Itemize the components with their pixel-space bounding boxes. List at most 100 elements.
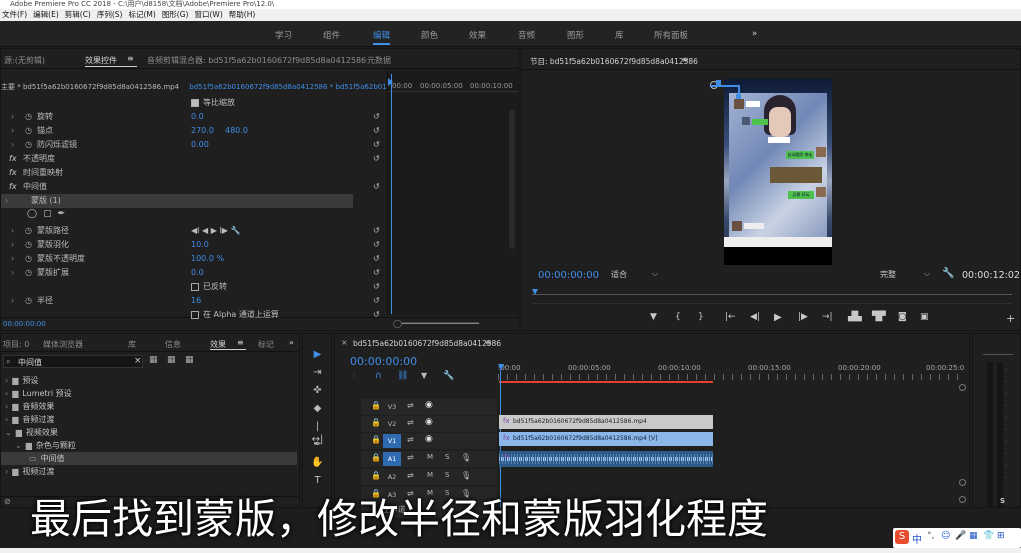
effect-property-row[interactable]: ›fx时间重映射	[1, 166, 387, 180]
effect-property-row[interactable]: › ◷ 蒙版羽化 10.0 ↺	[1, 238, 387, 252]
track-lock-icon[interactable]: 🔒	[371, 435, 381, 444]
track-header[interactable]: 🔒 A1 ⇌ M S 🎙	[361, 451, 497, 467]
ime-logo-icon[interactable]: S	[895, 530, 909, 544]
mark-in-icon[interactable]: {	[675, 312, 681, 322]
step-back-icon[interactable]: ◀|	[750, 312, 760, 322]
ime-keyboard-icon[interactable]: ▦	[969, 531, 978, 541]
expand-chevron-icon[interactable]: ›	[5, 194, 8, 208]
effect-property-row[interactable]: ›fx不透明度↺	[1, 152, 387, 166]
program-playhead[interactable]	[532, 289, 538, 295]
effect-property-row[interactable]: › ◷ 蒙版扩展 0.0 ↺	[1, 266, 387, 280]
tree-chevron-icon[interactable]: ›	[5, 376, 8, 385]
menu-file[interactable]: 文件(F)	[2, 10, 27, 19]
stopwatch-icon[interactable]: ◷	[25, 294, 32, 308]
track-solo-button[interactable]: S	[445, 453, 449, 461]
tree-chevron-icon[interactable]: ›	[5, 467, 8, 476]
track-mute-button[interactable]: M	[427, 471, 433, 479]
mark-out-icon[interactable]: }	[698, 312, 704, 322]
ime-toolbox-icon[interactable]: ⊞	[997, 531, 1005, 541]
effect-controls-scrollbar[interactable]	[509, 109, 515, 249]
property-checkbox[interactable]	[191, 311, 199, 319]
effects-search-input[interactable]: 中间值	[18, 357, 42, 368]
effects-tree-item[interactable]: ▭ 中间值	[1, 452, 297, 465]
add-marker-icon[interactable]: ▼	[650, 312, 657, 322]
program-timecode[interactable]: 00:00:00:00	[538, 270, 599, 281]
master-clip-label[interactable]: 主要 * bd51f5a62b0160672f9d85d8a0412586.mp…	[1, 83, 179, 91]
sequence-clip-label[interactable]: bd51f5a62b0160672f9d85d8a0412586 * bd51f…	[189, 83, 387, 91]
property-checkbox[interactable]	[191, 283, 199, 291]
effect-property-value[interactable]: 16	[191, 294, 201, 308]
expand-chevron-icon[interactable]: ›	[11, 294, 14, 308]
effect-property-value[interactable]: 在 Alpha 通道上运算	[203, 308, 279, 322]
effect-property-value[interactable]: 10.0	[191, 238, 209, 252]
tab-source[interactable]: 源:(无剪辑)	[4, 55, 45, 66]
tab-libraries[interactable]: 库	[128, 339, 136, 350]
effects-tree-item[interactable]: › ▆ Lumetri 预设	[1, 387, 297, 400]
quality-dropdown[interactable]: 完整	[880, 269, 896, 280]
reset-icon[interactable]: ↺	[373, 224, 380, 238]
extract-icon[interactable]: ▜▛	[872, 312, 886, 322]
rectangle-mask-icon[interactable]: ▢	[43, 209, 52, 219]
track-select-tool-icon[interactable]: ⇥	[311, 366, 324, 379]
slip-tool-icon[interactable]: |↔|	[311, 420, 324, 445]
track-target-v3[interactable]: V3	[383, 400, 401, 414]
work-area-bar[interactable]	[499, 381, 713, 383]
reset-icon[interactable]: ↺	[373, 280, 380, 294]
effect-property-value[interactable]: 等比缩放	[203, 96, 235, 110]
button-editor-plus-icon[interactable]: +	[1006, 312, 1015, 325]
effect-property-row[interactable]: › ◷ 蒙版不透明度 100.0 % ↺	[1, 252, 387, 266]
effect-property-value[interactable]: 0.00	[191, 138, 209, 152]
effect-property-value[interactable]: 已反转	[203, 280, 227, 294]
workspace-learn[interactable]: 学习	[275, 29, 292, 41]
fx-toggle-icon[interactable]: fx	[9, 180, 17, 194]
lift-icon[interactable]: ▟▙	[848, 312, 862, 322]
tab-project[interactable]: 项目: 0	[3, 339, 29, 350]
track-visibility-eye-icon[interactable]: ◉	[425, 400, 433, 410]
track-header[interactable]: 🔒 V1 ⇌ ◉	[361, 433, 497, 449]
panels-overflow-icon[interactable]: »	[289, 338, 294, 347]
fit-dropdown[interactable]: 适合	[611, 269, 627, 280]
expand-chevron-icon[interactable]: ›	[11, 110, 14, 124]
timeline-playhead-head[interactable]	[498, 364, 504, 371]
accelerated-effects-icon[interactable]: ▦	[149, 355, 158, 365]
menu-sequence[interactable]: 序列(S)	[97, 10, 123, 19]
track-target-v1[interactable]: V1	[383, 434, 401, 448]
stopwatch-icon[interactable]: ◷	[25, 110, 32, 124]
razor-tool-icon[interactable]: ◆	[311, 402, 324, 415]
panel-menu-icon[interactable]: ≡	[127, 54, 134, 63]
tree-chevron-icon[interactable]: ⌄	[5, 428, 12, 437]
effect-property-row[interactable]: 在 Alpha 通道上运算 ↺	[1, 308, 387, 322]
stopwatch-icon[interactable]: ◷	[25, 124, 32, 138]
workspace-assembly[interactable]: 组件	[323, 29, 340, 41]
expand-chevron-icon[interactable]: ›	[11, 138, 14, 152]
program-menu-icon[interactable]: ≡	[682, 55, 689, 64]
pen-tool-icon[interactable]: ✒	[311, 438, 324, 451]
stopwatch-icon[interactable]: ◷	[25, 266, 32, 280]
tab-markers[interactable]: 标记	[258, 339, 274, 350]
effect-property-row[interactable]: › 蒙版 (1)	[1, 194, 353, 208]
ec-playhead[interactable]	[391, 74, 392, 314]
program-video-frame[interactable]: 自动跟踪 带走 远景 好玩	[724, 79, 832, 265]
workspace-audio[interactable]: 音频	[518, 29, 535, 41]
track-lock-icon[interactable]: 🔒	[371, 401, 381, 410]
effects-tree-item[interactable]: › ▆ 视频过渡	[1, 465, 297, 478]
fit-dropdown-chevron-icon[interactable]: ⌵	[652, 269, 658, 279]
tab-media-browser[interactable]: 媒体浏览器	[43, 339, 83, 350]
workspace-graphics[interactable]: 图形	[567, 29, 584, 41]
ime-punctuation-icon[interactable]: °,	[927, 531, 934, 541]
ime-chinese-mode[interactable]: 中	[912, 531, 922, 546]
track-visibility-eye-icon[interactable]: ◉	[425, 434, 433, 444]
effects-tree-item[interactable]: › ▆ 音频过渡	[1, 413, 297, 426]
fx-toggle-icon[interactable]: fx	[9, 152, 17, 166]
effect-property-row[interactable]: › ◷ 半径 16 ↺	[1, 294, 387, 308]
effect-property-value[interactable]: ◀I ◀ ▶ I▶ 🔧	[191, 224, 240, 238]
ime-emoji-icon[interactable]: ☺	[941, 531, 950, 541]
track-target-a2[interactable]: A2	[383, 470, 401, 484]
play-icon[interactable]: ▶	[774, 312, 782, 323]
ripple-edit-tool-icon[interactable]: ✜	[311, 384, 324, 397]
stopwatch-icon[interactable]: ◷	[25, 224, 32, 238]
stopwatch-icon[interactable]: ◷	[25, 238, 32, 252]
tree-chevron-icon[interactable]: ›	[5, 415, 8, 424]
timeline-sequence-tab[interactable]: bd51f5a62b0160672f9d85d8a0412586	[353, 339, 501, 348]
program-monitor-title[interactable]: 节目: bd51f5a62b0160672f9d85d8a0412586	[530, 56, 698, 67]
